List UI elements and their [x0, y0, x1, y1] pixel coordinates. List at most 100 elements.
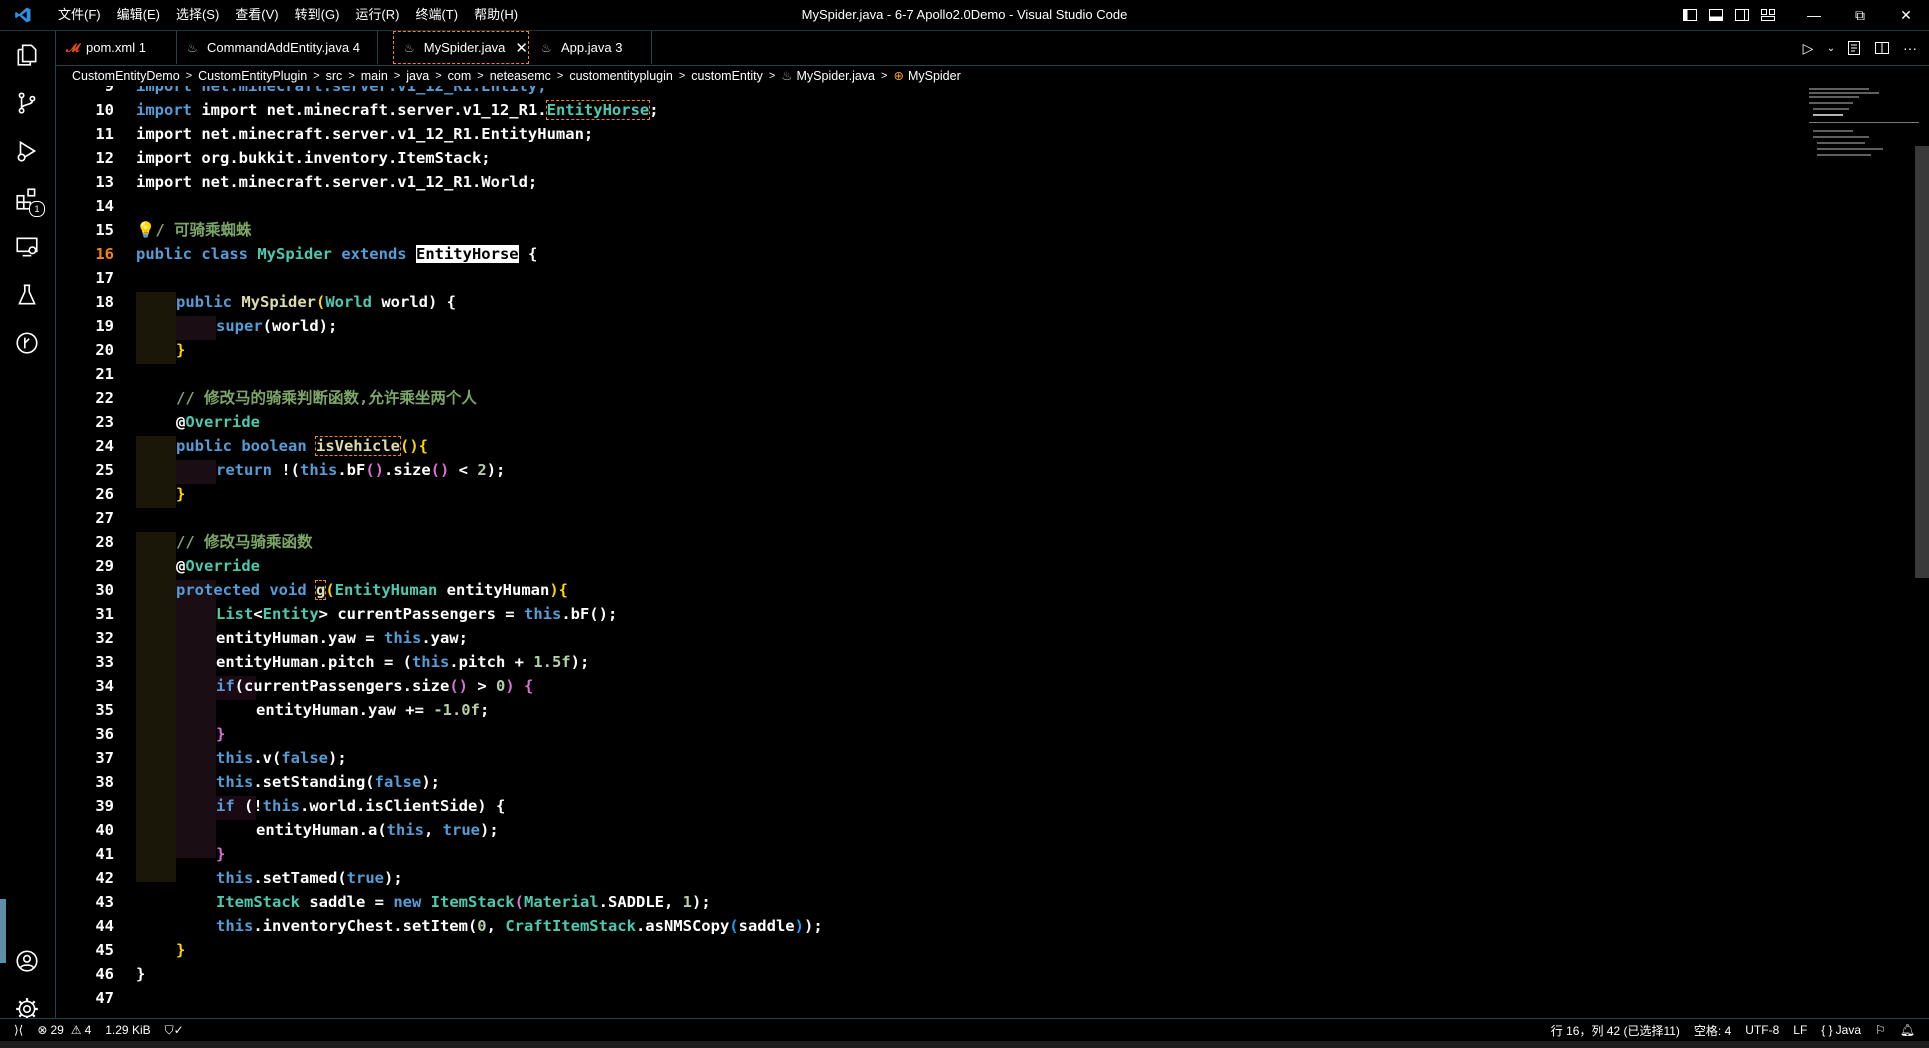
vertical-scrollbar[interactable]: [1915, 146, 1929, 578]
cursor-position[interactable]: 行 16，列 42 (已选择11): [1551, 1022, 1680, 1039]
selected-text: EntityHorse: [415, 245, 519, 263]
tab-pom-xml[interactable]: 𝓜 pom.xml 1: [56, 31, 177, 64]
accounts-icon[interactable]: [11, 945, 43, 977]
feedback-icon[interactable]: ⚐: [1875, 1023, 1886, 1037]
indent-guide: [136, 436, 176, 508]
code-line: if (!this.world.isClientSide) {: [216, 797, 506, 815]
code-line: // 修改马的骑乘判断函数,允许乘坐两个人: [176, 389, 477, 407]
code-line: import net.minecraft.server.v1_12_R1.Ent…: [136, 86, 547, 95]
code-line: this.setTamed(true);: [216, 869, 403, 887]
menu-bar: 文件(F) 编辑(E) 选择(S) 查看(V) 转到(G) 运行(R) 终端(T…: [50, 0, 526, 30]
warning-icon: ⚠: [70, 1023, 82, 1037]
line-number: 31: [95, 605, 114, 623]
lightbulb-icon[interactable]: 💡: [136, 221, 155, 239]
explorer-icon[interactable]: [11, 39, 43, 71]
remote-indicator-icon[interactable]: ⟩⟨: [14, 1023, 23, 1037]
run-dropdown-chevron-icon[interactable]: ⌄: [1825, 37, 1837, 59]
indent-guide: [136, 292, 176, 364]
activity-bar: 1: [0, 31, 56, 1020]
code-line: entityHuman.a(this, true);: [256, 821, 499, 839]
menu-edit[interactable]: 编辑(E): [109, 0, 168, 30]
line-number: 43: [95, 893, 114, 911]
chevron-right-icon: >: [881, 70, 888, 82]
code-line: import org.bukkit.inventory.ItemStack;: [136, 149, 491, 167]
breadcrumb-item[interactable]: MySpider: [908, 66, 961, 86]
breadcrumb-item[interactable]: customentityplugin: [569, 66, 673, 86]
line-number: 14: [95, 197, 114, 215]
split-editor-icon[interactable]: [1871, 37, 1893, 59]
minimize-icon[interactable]: —: [1791, 0, 1837, 30]
end-of-line[interactable]: LF: [1793, 1023, 1807, 1037]
menu-run[interactable]: 运行(R): [347, 0, 407, 30]
breadcrumb-item[interactable]: CustomEntityPlugin: [198, 66, 307, 86]
code-line: entityHuman.yaw = this.yaw;: [216, 629, 468, 647]
menu-file[interactable]: 文件(F): [50, 0, 109, 30]
testing-icon[interactable]: [11, 279, 43, 311]
line-number: 18: [95, 293, 114, 311]
breadcrumb-item[interactable]: main: [361, 66, 388, 86]
problems-indicator[interactable]: ⊗ 29 ⚠ 4: [37, 1023, 91, 1037]
line-number: 13: [95, 173, 114, 191]
line-number: 28: [95, 533, 114, 551]
menu-selection[interactable]: 选择(S): [168, 0, 227, 30]
line-number: 42: [95, 869, 114, 887]
gitlens-icon[interactable]: [11, 327, 43, 359]
line-number: 38: [95, 773, 114, 791]
toggle-primary-sidebar-icon[interactable]: [1677, 0, 1703, 30]
breadcrumb-item[interactable]: com: [448, 66, 472, 86]
breadcrumb-item[interactable]: MySpider.java: [797, 66, 876, 86]
tab-myspider-java[interactable]: ♨ MySpider.java ✕: [393, 31, 529, 64]
code-line: entityHuman.yaw += -1.0f;: [256, 701, 490, 719]
line-number: 15: [95, 221, 114, 239]
breadcrumb-item[interactable]: src: [326, 66, 343, 86]
close-window-icon[interactable]: ✕: [1883, 0, 1929, 30]
language-mode[interactable]: { } Java: [1821, 1023, 1861, 1037]
breadcrumb-item[interactable]: neteasemc: [490, 66, 551, 86]
code-line: }: [136, 965, 146, 983]
code-line: @Override: [176, 413, 260, 431]
indent-guide: [176, 316, 216, 340]
run-debug-icon[interactable]: [11, 135, 43, 167]
code-area[interactable]: import net.minecraft.server.v1_12_R1.Ent…: [136, 86, 1836, 1018]
tab-label: pom.xml 1: [86, 40, 146, 55]
line-number: 19: [95, 317, 114, 335]
run-java-icon[interactable]: ▷: [1797, 37, 1819, 59]
encoding[interactable]: UTF-8: [1745, 1023, 1779, 1037]
close-tab-icon[interactable]: ✕: [515, 39, 528, 57]
line-number: 16: [95, 245, 114, 263]
line-number: 36: [95, 725, 114, 743]
tab-app-java[interactable]: ♨ App.java 3: [531, 31, 652, 64]
menu-view[interactable]: 查看(V): [227, 0, 286, 30]
extensions-icon[interactable]: 1: [11, 183, 45, 217]
customize-layout-icon[interactable]: [1755, 0, 1781, 30]
line-number: 41: [95, 845, 114, 863]
code-line: entityHuman.pitch = (this.pitch + 1.5f);: [216, 653, 590, 671]
line-number: 27: [95, 509, 114, 527]
restore-icon[interactable]: ⧉: [1837, 0, 1883, 30]
breadcrumb-item[interactable]: java: [406, 66, 429, 86]
code-editor[interactable]: 9 10 11 12 13 14 15 16 17 18 19 20 21 22 23 24 25 26 27 28 2…: [56, 86, 1929, 1018]
line-number: 45: [95, 941, 114, 959]
menu-terminal[interactable]: 终端(T): [407, 0, 466, 30]
tab-label: MySpider.java: [423, 40, 506, 55]
minimap[interactable]: [1805, 86, 1919, 206]
breadcrumb-item[interactable]: customEntity: [691, 66, 763, 86]
open-preview-icon[interactable]: [1843, 37, 1865, 59]
line-number: 46: [95, 965, 114, 983]
source-control-icon[interactable]: [11, 87, 43, 119]
more-actions-icon[interactable]: ···: [1899, 37, 1921, 59]
toggle-secondary-sidebar-icon[interactable]: [1729, 0, 1755, 30]
menu-go[interactable]: 转到(G): [287, 0, 348, 30]
shield-check-icon[interactable]: ⛉✓: [165, 1023, 184, 1038]
java-icon: ♨: [187, 40, 198, 55]
tab-commandaddentity-java[interactable]: ♨ CommandAddEntity.java 4: [177, 31, 378, 64]
code-line: super(world);: [216, 317, 338, 335]
toggle-panel-icon[interactable]: [1703, 0, 1729, 30]
line-number: 17: [95, 269, 114, 287]
breadcrumb-item[interactable]: CustomEntityDemo: [72, 66, 180, 86]
notifications-bell-icon[interactable]: 🔔︎: [1900, 1023, 1915, 1037]
line-number: 24: [95, 437, 114, 455]
menu-help[interactable]: 帮助(H): [466, 0, 526, 30]
remote-explorer-icon[interactable]: [11, 231, 43, 263]
indentation[interactable]: 空格: 4: [1694, 1022, 1731, 1039]
